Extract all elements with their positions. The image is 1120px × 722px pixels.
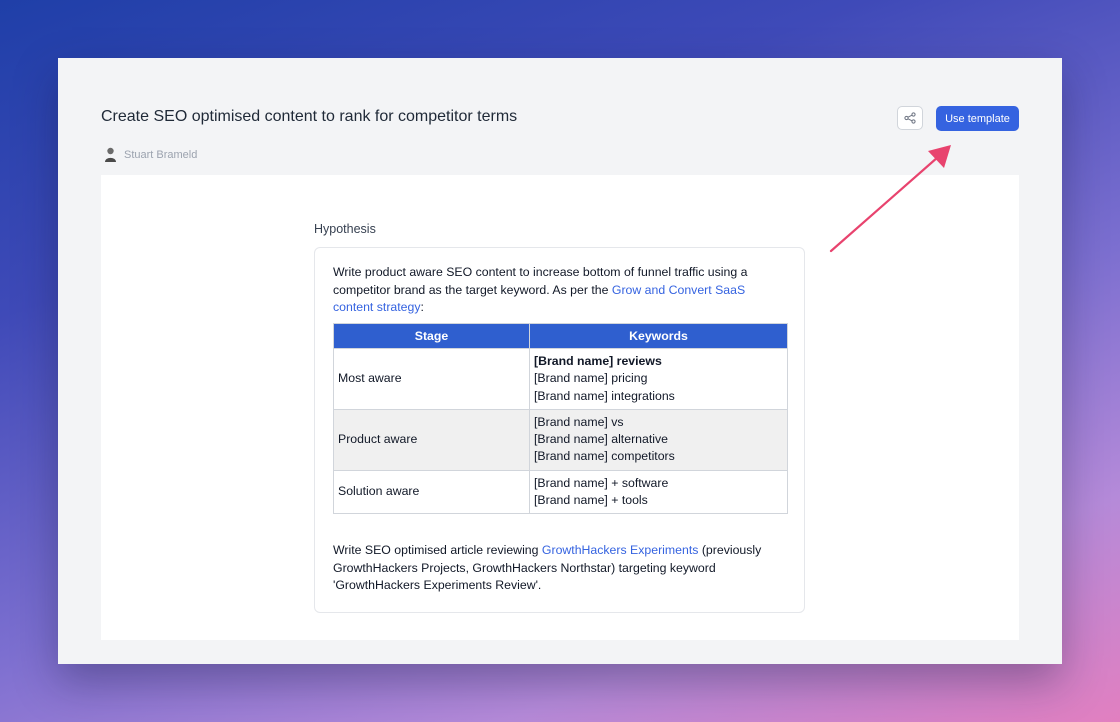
share-icon bbox=[904, 112, 916, 124]
author-name: Stuart Brameld bbox=[124, 148, 198, 161]
hypothesis-card: Write product aware SEO content to incre… bbox=[314, 247, 805, 613]
avatar bbox=[104, 147, 117, 162]
keywords-table: Stage Keywords Most aware [Brand name] r… bbox=[333, 323, 788, 515]
share-button[interactable] bbox=[897, 106, 923, 130]
keywords-cell: [Brand name] reviews [Brand name] pricin… bbox=[529, 348, 788, 410]
hypothesis-outro: Write SEO optimised article reviewing Gr… bbox=[333, 542, 783, 595]
stage-cell: Product aware bbox=[333, 408, 530, 471]
outro-text: Write SEO optimised article reviewing bbox=[333, 543, 542, 557]
keyword: [Brand name] + software bbox=[534, 475, 669, 490]
keyword: [Brand name] reviews bbox=[534, 354, 662, 368]
table-header-keywords: Keywords bbox=[529, 323, 788, 349]
page-title: Create SEO optimised content to rank for… bbox=[101, 108, 518, 125]
keyword: [Brand name] competitors bbox=[534, 449, 675, 464]
keyword: [Brand name] vs bbox=[534, 414, 624, 429]
template-window: Create SEO optimised content to rank for… bbox=[58, 58, 1062, 664]
keyword: [Brand name] integrations bbox=[534, 388, 675, 403]
stage-cell: Solution aware bbox=[333, 469, 530, 515]
content-panel: Hypothesis Write product aware SEO conte… bbox=[101, 175, 1019, 640]
keyword: [Brand name] alternative bbox=[534, 432, 668, 447]
author: Stuart Brameld bbox=[104, 147, 197, 162]
hypothesis-intro: Write product aware SEO content to incre… bbox=[333, 264, 773, 317]
table-header-stage: Stage bbox=[333, 323, 530, 349]
table-row: Product aware [Brand name] vs [Brand nam… bbox=[333, 408, 788, 471]
use-template-button[interactable]: Use template bbox=[936, 106, 1019, 131]
growthhackers-link[interactable]: GrowthHackers Experiments bbox=[542, 543, 699, 557]
section-heading: Hypothesis bbox=[314, 222, 376, 236]
stage-cell: Most aware bbox=[333, 348, 530, 410]
keyword: [Brand name] + tools bbox=[534, 493, 648, 508]
intro-colon: : bbox=[420, 300, 424, 314]
table-row: Most aware [Brand name] reviews [Brand n… bbox=[333, 348, 788, 410]
keywords-cell: [Brand name] vs [Brand name] alternative… bbox=[529, 408, 788, 471]
keywords-cell: [Brand name] + software [Brand name] + t… bbox=[529, 469, 788, 515]
table-row: Solution aware [Brand name] + software [… bbox=[333, 469, 788, 515]
keyword: [Brand name] pricing bbox=[534, 371, 648, 386]
